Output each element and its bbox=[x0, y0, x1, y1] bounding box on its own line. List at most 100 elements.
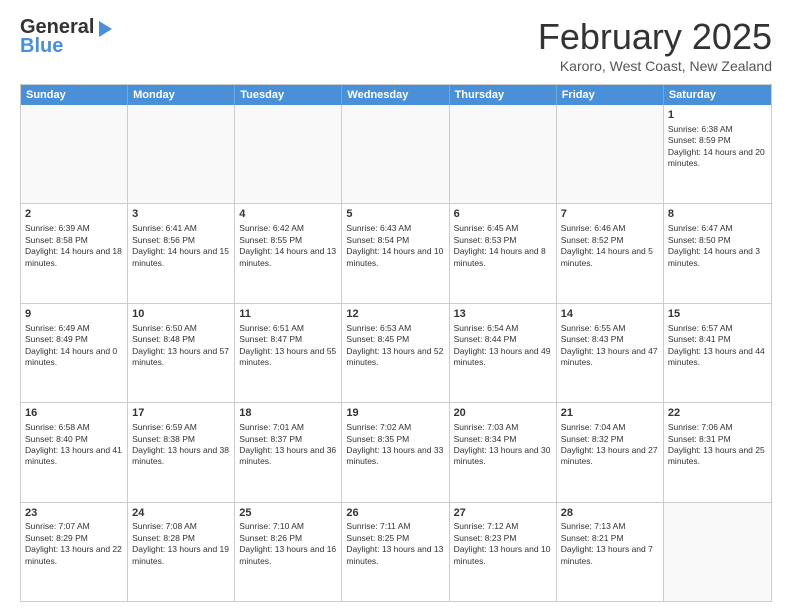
table-row: 13Sunrise: 6:54 AM Sunset: 8:44 PM Dayli… bbox=[450, 304, 557, 402]
day-number: 10 bbox=[132, 307, 230, 322]
table-row bbox=[450, 105, 557, 203]
calendar-row: 1Sunrise: 6:38 AM Sunset: 8:59 PM Daylig… bbox=[21, 105, 771, 203]
calendar: Sunday Monday Tuesday Wednesday Thursday… bbox=[20, 84, 772, 602]
day-number: 11 bbox=[239, 307, 337, 322]
day-number: 8 bbox=[668, 207, 767, 222]
header: General Blue February 2025 Karoro, West … bbox=[20, 16, 772, 74]
calendar-header: Sunday Monday Tuesday Wednesday Thursday… bbox=[21, 85, 771, 105]
day-info: Sunrise: 6:41 AM Sunset: 8:56 PM Dayligh… bbox=[132, 223, 230, 269]
day-number: 1 bbox=[668, 108, 767, 123]
day-number: 19 bbox=[346, 406, 444, 421]
day-number: 7 bbox=[561, 207, 659, 222]
table-row bbox=[128, 105, 235, 203]
calendar-row: 2Sunrise: 6:39 AM Sunset: 8:58 PM Daylig… bbox=[21, 203, 771, 302]
day-number: 17 bbox=[132, 406, 230, 421]
calendar-row: 16Sunrise: 6:58 AM Sunset: 8:40 PM Dayli… bbox=[21, 402, 771, 501]
day-number: 28 bbox=[561, 506, 659, 521]
table-row: 22Sunrise: 7:06 AM Sunset: 8:31 PM Dayli… bbox=[664, 403, 771, 501]
day-number: 4 bbox=[239, 207, 337, 222]
table-row: 9Sunrise: 6:49 AM Sunset: 8:49 PM Daylig… bbox=[21, 304, 128, 402]
day-number: 21 bbox=[561, 406, 659, 421]
table-row bbox=[342, 105, 449, 203]
table-row: 24Sunrise: 7:08 AM Sunset: 8:28 PM Dayli… bbox=[128, 503, 235, 601]
table-row: 17Sunrise: 6:59 AM Sunset: 8:38 PM Dayli… bbox=[128, 403, 235, 501]
table-row: 28Sunrise: 7:13 AM Sunset: 8:21 PM Dayli… bbox=[557, 503, 664, 601]
header-sunday: Sunday bbox=[21, 85, 128, 105]
day-info: Sunrise: 7:01 AM Sunset: 8:37 PM Dayligh… bbox=[239, 422, 337, 468]
logo-blue: Blue bbox=[20, 35, 63, 58]
table-row: 19Sunrise: 7:02 AM Sunset: 8:35 PM Dayli… bbox=[342, 403, 449, 501]
table-row: 2Sunrise: 6:39 AM Sunset: 8:58 PM Daylig… bbox=[21, 204, 128, 302]
day-info: Sunrise: 6:39 AM Sunset: 8:58 PM Dayligh… bbox=[25, 223, 123, 269]
table-row: 16Sunrise: 6:58 AM Sunset: 8:40 PM Dayli… bbox=[21, 403, 128, 501]
day-info: Sunrise: 7:12 AM Sunset: 8:23 PM Dayligh… bbox=[454, 521, 552, 567]
day-info: Sunrise: 7:13 AM Sunset: 8:21 PM Dayligh… bbox=[561, 521, 659, 567]
day-info: Sunrise: 6:58 AM Sunset: 8:40 PM Dayligh… bbox=[25, 422, 123, 468]
table-row: 20Sunrise: 7:03 AM Sunset: 8:34 PM Dayli… bbox=[450, 403, 557, 501]
day-number: 3 bbox=[132, 207, 230, 222]
day-number: 6 bbox=[454, 207, 552, 222]
table-row: 4Sunrise: 6:42 AM Sunset: 8:55 PM Daylig… bbox=[235, 204, 342, 302]
calendar-row: 9Sunrise: 6:49 AM Sunset: 8:49 PM Daylig… bbox=[21, 303, 771, 402]
day-info: Sunrise: 6:59 AM Sunset: 8:38 PM Dayligh… bbox=[132, 422, 230, 468]
day-number: 24 bbox=[132, 506, 230, 521]
table-row: 8Sunrise: 6:47 AM Sunset: 8:50 PM Daylig… bbox=[664, 204, 771, 302]
header-saturday: Saturday bbox=[664, 85, 771, 105]
day-info: Sunrise: 6:46 AM Sunset: 8:52 PM Dayligh… bbox=[561, 223, 659, 269]
day-info: Sunrise: 7:06 AM Sunset: 8:31 PM Dayligh… bbox=[668, 422, 767, 468]
day-info: Sunrise: 6:51 AM Sunset: 8:47 PM Dayligh… bbox=[239, 323, 337, 369]
day-info: Sunrise: 7:04 AM Sunset: 8:32 PM Dayligh… bbox=[561, 422, 659, 468]
table-row: 6Sunrise: 6:45 AM Sunset: 8:53 PM Daylig… bbox=[450, 204, 557, 302]
header-tuesday: Tuesday bbox=[235, 85, 342, 105]
day-number: 26 bbox=[346, 506, 444, 521]
table-row: 25Sunrise: 7:10 AM Sunset: 8:26 PM Dayli… bbox=[235, 503, 342, 601]
calendar-row: 23Sunrise: 7:07 AM Sunset: 8:29 PM Dayli… bbox=[21, 502, 771, 601]
table-row: 15Sunrise: 6:57 AM Sunset: 8:41 PM Dayli… bbox=[664, 304, 771, 402]
day-info: Sunrise: 6:49 AM Sunset: 8:49 PM Dayligh… bbox=[25, 323, 123, 369]
logo: General Blue bbox=[20, 16, 112, 58]
table-row bbox=[21, 105, 128, 203]
day-number: 5 bbox=[346, 207, 444, 222]
day-info: Sunrise: 6:47 AM Sunset: 8:50 PM Dayligh… bbox=[668, 223, 767, 269]
day-info: Sunrise: 7:03 AM Sunset: 8:34 PM Dayligh… bbox=[454, 422, 552, 468]
table-row: 3Sunrise: 6:41 AM Sunset: 8:56 PM Daylig… bbox=[128, 204, 235, 302]
calendar-body: 1Sunrise: 6:38 AM Sunset: 8:59 PM Daylig… bbox=[21, 105, 771, 601]
day-info: Sunrise: 6:50 AM Sunset: 8:48 PM Dayligh… bbox=[132, 323, 230, 369]
day-info: Sunrise: 6:45 AM Sunset: 8:53 PM Dayligh… bbox=[454, 223, 552, 269]
title-block: February 2025 Karoro, West Coast, New Ze… bbox=[538, 16, 772, 74]
day-number: 2 bbox=[25, 207, 123, 222]
page: General Blue February 2025 Karoro, West … bbox=[0, 0, 792, 612]
table-row: 27Sunrise: 7:12 AM Sunset: 8:23 PM Dayli… bbox=[450, 503, 557, 601]
table-row: 18Sunrise: 7:01 AM Sunset: 8:37 PM Dayli… bbox=[235, 403, 342, 501]
table-row bbox=[557, 105, 664, 203]
day-number: 15 bbox=[668, 307, 767, 322]
table-row: 7Sunrise: 6:46 AM Sunset: 8:52 PM Daylig… bbox=[557, 204, 664, 302]
day-number: 27 bbox=[454, 506, 552, 521]
table-row: 1Sunrise: 6:38 AM Sunset: 8:59 PM Daylig… bbox=[664, 105, 771, 203]
day-info: Sunrise: 6:43 AM Sunset: 8:54 PM Dayligh… bbox=[346, 223, 444, 269]
day-number: 16 bbox=[25, 406, 123, 421]
table-row bbox=[235, 105, 342, 203]
header-thursday: Thursday bbox=[450, 85, 557, 105]
day-info: Sunrise: 7:11 AM Sunset: 8:25 PM Dayligh… bbox=[346, 521, 444, 567]
table-row: 21Sunrise: 7:04 AM Sunset: 8:32 PM Dayli… bbox=[557, 403, 664, 501]
day-info: Sunrise: 7:02 AM Sunset: 8:35 PM Dayligh… bbox=[346, 422, 444, 468]
day-info: Sunrise: 7:07 AM Sunset: 8:29 PM Dayligh… bbox=[25, 521, 123, 567]
day-number: 18 bbox=[239, 406, 337, 421]
day-info: Sunrise: 6:54 AM Sunset: 8:44 PM Dayligh… bbox=[454, 323, 552, 369]
day-info: Sunrise: 7:10 AM Sunset: 8:26 PM Dayligh… bbox=[239, 521, 337, 567]
table-row: 10Sunrise: 6:50 AM Sunset: 8:48 PM Dayli… bbox=[128, 304, 235, 402]
table-row bbox=[664, 503, 771, 601]
day-number: 20 bbox=[454, 406, 552, 421]
month-title: February 2025 bbox=[538, 16, 772, 58]
location: Karoro, West Coast, New Zealand bbox=[538, 58, 772, 74]
day-number: 12 bbox=[346, 307, 444, 322]
day-info: Sunrise: 6:55 AM Sunset: 8:43 PM Dayligh… bbox=[561, 323, 659, 369]
day-info: Sunrise: 7:08 AM Sunset: 8:28 PM Dayligh… bbox=[132, 521, 230, 567]
header-wednesday: Wednesday bbox=[342, 85, 449, 105]
day-info: Sunrise: 6:57 AM Sunset: 8:41 PM Dayligh… bbox=[668, 323, 767, 369]
header-friday: Friday bbox=[557, 85, 664, 105]
day-number: 14 bbox=[561, 307, 659, 322]
table-row: 5Sunrise: 6:43 AM Sunset: 8:54 PM Daylig… bbox=[342, 204, 449, 302]
day-info: Sunrise: 6:53 AM Sunset: 8:45 PM Dayligh… bbox=[346, 323, 444, 369]
